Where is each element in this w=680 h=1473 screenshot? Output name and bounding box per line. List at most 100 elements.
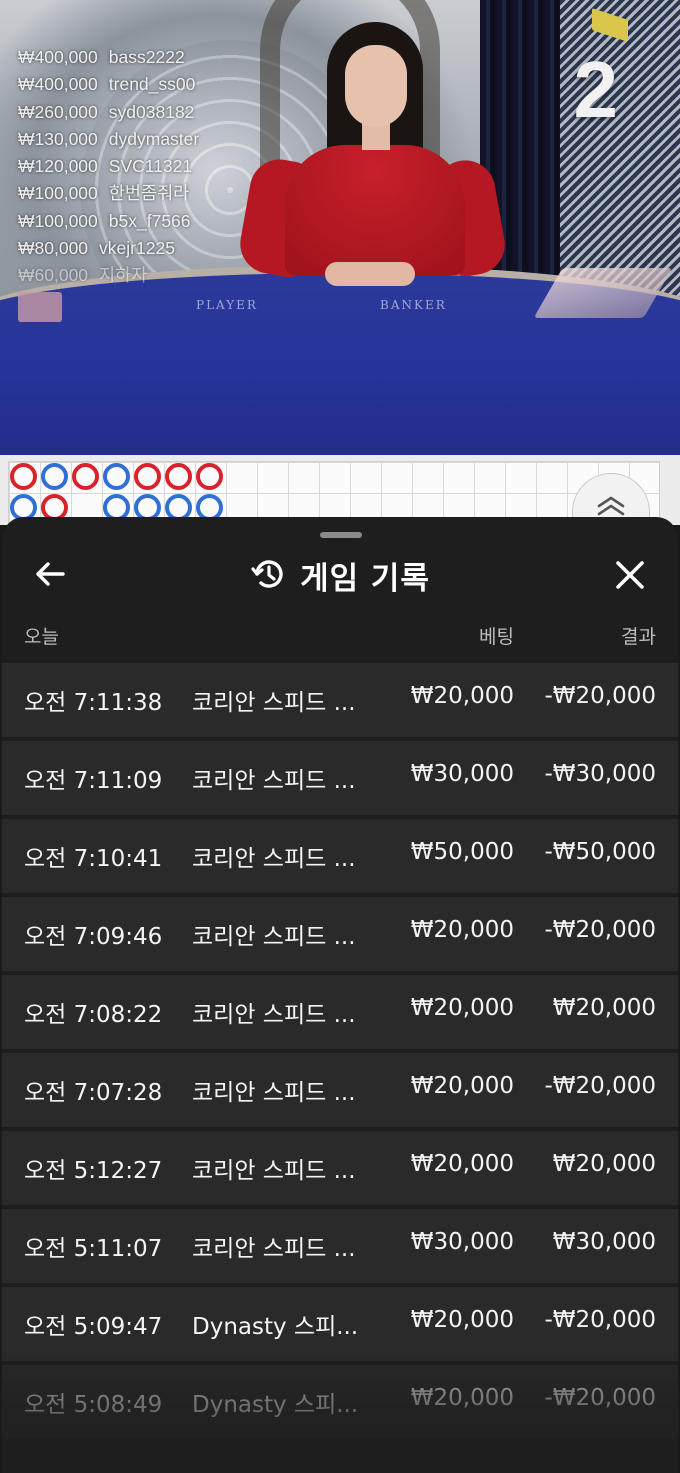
row-game: 코리안 스피드 ... [192,924,356,950]
row-game: 코리안 스피드 ... [192,1002,356,1028]
row-result: ₩20,000 [552,995,656,1021]
column-bet: 베팅 [479,626,514,648]
row-game: 코리안 스피드 ... [192,1080,356,1106]
live-video-stream: PLAYER BANKER ₩400,000 bass2222 ₩400,000 t… [0,0,680,455]
banker-bead [10,463,37,490]
row-game: 코리안 스피드 ... [192,768,356,794]
winner-amount: ₩100,000 [18,210,98,231]
winner-row: ₩260,000 syd038182 [18,99,199,126]
dealer-face [345,45,407,127]
banker-bead [196,463,223,490]
row-time: 오전 7:10:41 [24,846,163,872]
banker-bead [165,463,192,490]
row-game: 코리안 스피드 ... [192,1158,356,1184]
banker-bead [134,463,161,490]
winner-amount: ₩400,000 [18,74,98,95]
winner-row: ₩120,000 SVC11321 [18,153,199,180]
row-bet: ₩20,000 [410,995,514,1021]
row-bet: ₩20,000 [410,1151,514,1177]
winner-amount: ₩60,000 [18,265,89,286]
row-time: 오전 5:12:27 [24,1158,163,1184]
player-bead [41,463,68,490]
row-time: 오전 7:07:28 [24,1080,163,1106]
row-game: Dynasty 스피... [192,1392,359,1418]
sheet-drag-handle[interactable] [320,532,362,538]
row-result: -₩50,000 [544,839,656,865]
row-result: -₩20,000 [544,917,656,943]
row-result: ₩30,000 [552,1229,656,1255]
winner-user: 지하자 [99,265,148,286]
winner-user: SVC11321 [108,156,193,177]
winner-row: ₩100,000 b5x_f7566 [18,208,199,235]
winner-amount: ₩120,000 [18,156,98,177]
winner-row: ₩60,000 지하자 [18,262,199,289]
winners-list: ₩400,000 bass2222 ₩400,000 trend_ss00 ₩260… [18,44,199,290]
card-discard-box [18,292,62,322]
row-time: 오전 5:09:47 [24,1314,163,1340]
close-button[interactable] [610,557,650,597]
row-bet: ₩20,000 [410,1385,514,1411]
row-time: 오전 7:08:22 [24,1002,163,1028]
history-clock-icon [250,556,286,596]
dealer-hands [325,262,415,286]
winner-user: dydymaster [108,128,200,149]
round-number: 2 [573,45,619,134]
winner-amount: ₩260,000 [18,101,98,122]
game-history-sheet: 게임 기록 오늘 베팅 결과 오전 7:11:38 코리안 스피드 ... ₩20,… [2,517,678,1473]
history-row[interactable]: 오전 5:12:27 코리안 스피드 ... ₩20,000 ₩20,000 [2,1131,678,1205]
row-time: 오전 7:09:46 [24,924,163,950]
winner-amount: ₩400,000 [18,47,98,67]
history-row[interactable]: 오전 7:09:46 코리안 스피드 ... ₩20,000 -₩20,000 [2,897,678,971]
history-row[interactable]: 오전 5:08:49 Dynasty 스피... ₩20,000 -₩20,000 [2,1365,678,1439]
row-bet: ₩20,000 [410,917,514,943]
row-game: 코리안 스피드 ... [192,1236,356,1262]
row-bet: ₩20,000 [410,1307,514,1333]
winner-user: bass2222 [108,47,185,67]
row-bet: ₩20,000 [410,1073,514,1099]
row-result: -₩20,000 [544,1073,656,1099]
sheet-title-group: 게임 기록 [2,553,678,598]
winner-amount: ₩100,000 [18,183,98,204]
row-bet: ₩30,000 [410,1229,514,1255]
winner-user: syd038182 [108,101,195,122]
roadmap-strip[interactable] [0,455,680,551]
row-result: ₩20,000 [552,1151,656,1177]
winner-user: b5x_f7566 [108,210,191,231]
row-game: Dynasty 스피... [192,1314,359,1340]
row-result: -₩20,000 [544,683,656,709]
winner-user: 한번좀줘라 [108,183,190,204]
history-row[interactable]: 오전 7:11:09 코리안 스피드 ... ₩30,000 -₩30,000 [2,741,678,815]
row-result: -₩30,000 [544,761,656,787]
history-column-headers: 오늘 베팅 결과 [2,620,678,648]
winner-row: ₩400,000 bass2222 [18,44,199,71]
winner-amount: ₩80,000 [18,238,89,259]
history-row[interactable]: 오전 5:09:47 Dynasty 스피... ₩20,000 -₩20,000 [2,1287,678,1361]
row-bet: ₩20,000 [410,683,514,709]
history-row[interactable]: 오전 7:11:38 코리안 스피드 ... ₩20,000 -₩20,000 [2,663,678,737]
history-row[interactable]: 오전 5:11:07 코리안 스피드 ... ₩30,000 ₩30,000 [2,1209,678,1283]
history-row[interactable]: 오전 7:08:22 코리안 스피드 ... ₩20,000 ₩20,000 [2,975,678,1049]
winner-user: trend_ss00 [108,74,196,95]
row-time: 오전 7:11:38 [24,690,163,716]
winner-amount: ₩130,000 [18,128,98,149]
winner-row: ₩400,000 trend_ss00 [18,71,199,98]
row-bet: ₩30,000 [410,761,514,787]
row-time: 오전 5:11:07 [24,1236,163,1262]
row-result: -₩20,000 [544,1385,656,1411]
sheet-header: 게임 기록 [2,547,678,603]
player-bead [103,463,130,490]
winner-row: ₩130,000 dydymaster [18,126,199,153]
column-result: 결과 [621,626,656,648]
row-game: 코리안 스피드 ... [192,690,356,716]
history-row[interactable]: 오전 7:10:41 코리안 스피드 ... ₩50,000 -₩50,000 [2,819,678,893]
player-table-label: PLAYER [196,298,258,312]
dealer-body [285,145,465,275]
sheet-title: 게임 기록 [300,561,430,597]
row-time: 오전 7:11:09 [24,768,163,794]
row-time: 오전 5:08:49 [24,1392,163,1418]
banker-bead [72,463,99,490]
history-row[interactable]: 오전 7:07:28 코리안 스피드 ... ₩20,000 -₩20,000 [2,1053,678,1127]
banker-table-label: BANKER [380,298,447,312]
row-game: 코리안 스피드 ... [192,846,356,872]
winner-row: ₩100,000 한번좀줘라 [18,180,199,207]
